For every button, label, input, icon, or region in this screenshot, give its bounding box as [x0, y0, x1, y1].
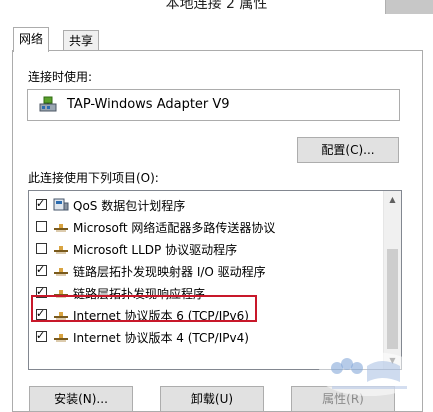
qos-icon [53, 198, 69, 211]
list-item-label: QoS 数据包计划程序 [73, 199, 186, 213]
adapter-box: TAP-Windows Adapter V9 [27, 89, 400, 121]
checkbox[interactable]: ✓ [36, 329, 47, 342]
list-item-qos[interactable]: ✓ QoS 数据包计划程序 [29, 194, 379, 216]
scroll-up-icon[interactable]: ▲ [384, 191, 401, 208]
install-button[interactable]: 安装(N)... [29, 386, 133, 412]
tab-sharing[interactable]: 共享 [63, 30, 100, 51]
tab-network[interactable]: 网络 [13, 27, 50, 52]
list-item-label: Microsoft LLDP 协议驱动程序 [73, 243, 238, 257]
title-bar: 本地连接 2 属性 [0, 0, 433, 14]
list-item-label: Internet 协议版本 4 (TCP/IPv4) [73, 331, 249, 345]
list-item-label: Microsoft 网络适配器多路传送器协议 [73, 221, 276, 235]
checkbox[interactable] [36, 243, 47, 254]
items-label: 此连接使用下列项目(O): [28, 171, 159, 185]
configure-button[interactable]: 配置(C)... [297, 137, 399, 163]
list-scrollbar[interactable]: ▲ ▼ [383, 191, 401, 369]
annotation-highlight-box [31, 295, 257, 322]
protocol-icon [54, 224, 68, 232]
list-item-lldp[interactable]: Microsoft LLDP 协议驱动程序 [29, 238, 379, 260]
protocol-icon [54, 334, 68, 342]
uninstall-button[interactable]: 卸载(U) [160, 386, 264, 412]
components-list[interactable]: ✓ QoS 数据包计划程序 Microsoft 网络适配器多路传送器协议 Mic… [28, 190, 402, 370]
close-button[interactable] [385, 0, 433, 14]
checkbox[interactable]: ✓ [36, 197, 47, 210]
list-item-multiplexor[interactable]: Microsoft 网络适配器多路传送器协议 [29, 216, 379, 238]
checkbox[interactable] [36, 221, 47, 232]
connect-using-label: 连接时使用: [28, 70, 93, 84]
list-item-lltd-mapper[interactable]: ✓ 链路层拓扑发现映射器 I/O 驱动程序 [29, 260, 379, 282]
window-title: 本地连接 2 属性 [165, 0, 268, 12]
scrollbar-thumb[interactable] [387, 249, 398, 349]
list-item-label: 链路层拓扑发现映射器 I/O 驱动程序 [73, 265, 266, 279]
checkbox[interactable]: ✓ [36, 263, 47, 276]
watermark-logo [318, 352, 422, 396]
network-adapter-icon [39, 96, 57, 112]
adapter-name: TAP-Windows Adapter V9 [67, 97, 230, 112]
protocol-icon [54, 268, 68, 276]
protocol-icon [54, 246, 68, 254]
